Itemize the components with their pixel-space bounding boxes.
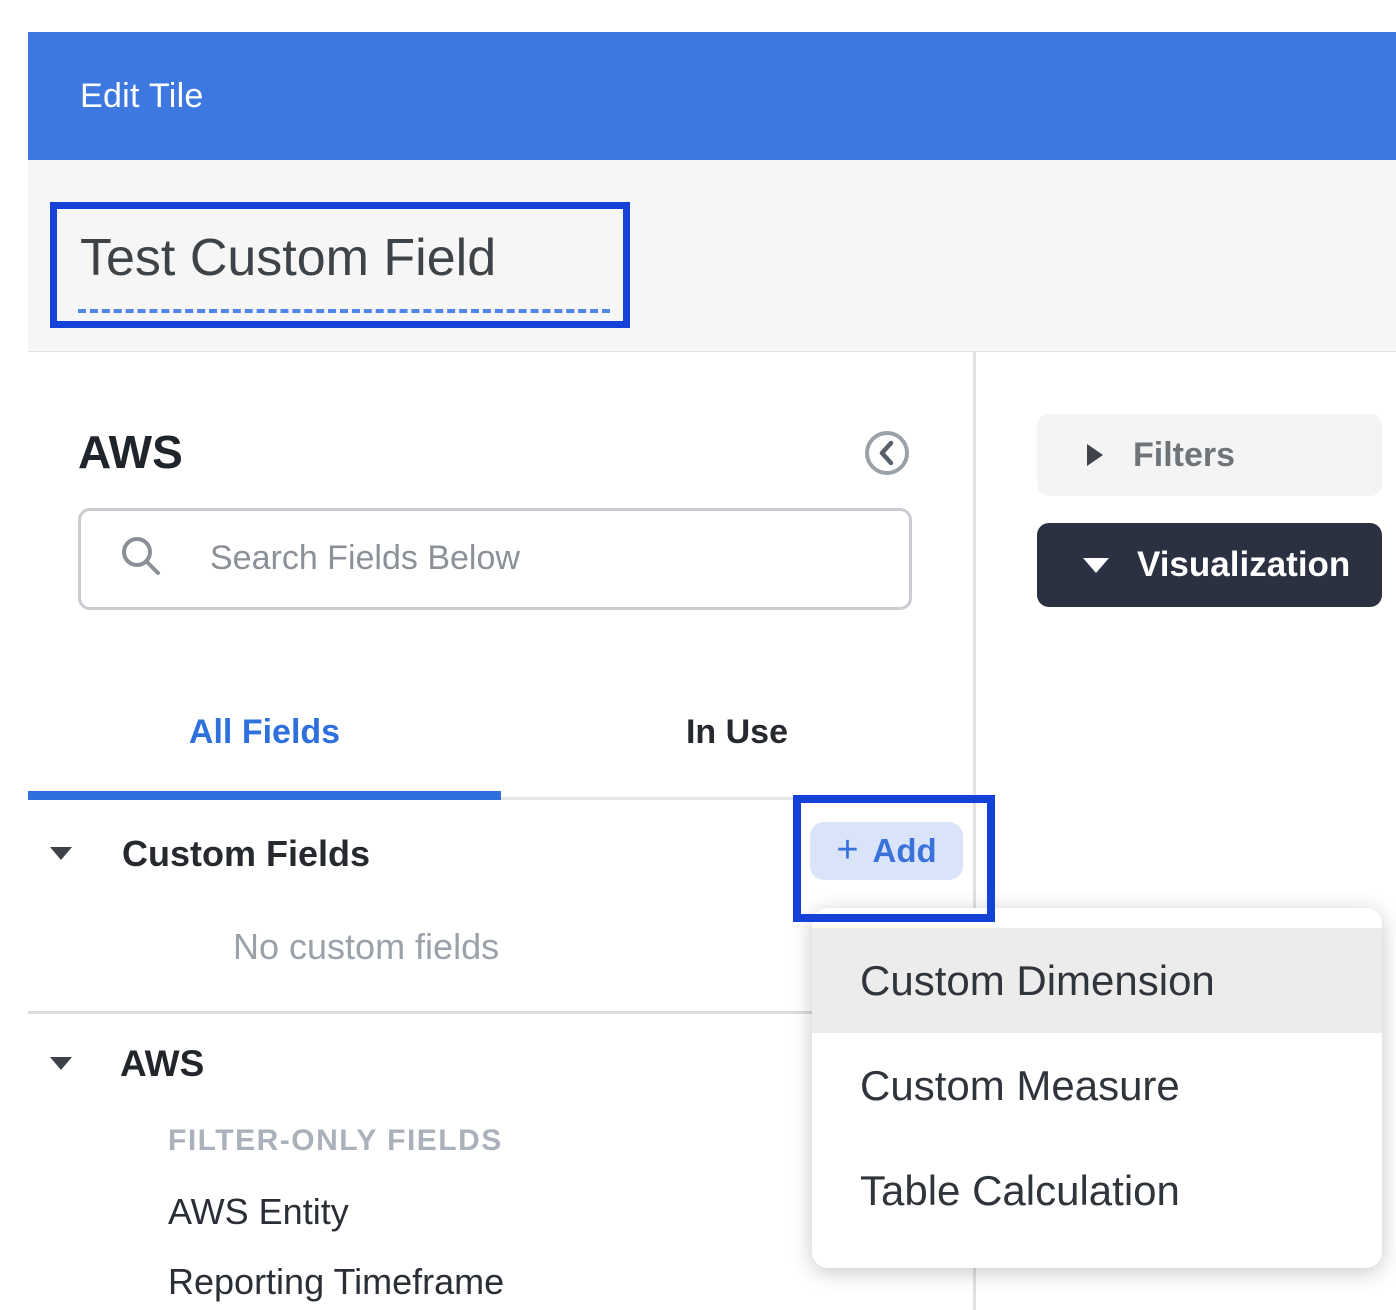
triangle-right-icon	[1087, 444, 1103, 466]
caret-down-icon[interactable]	[50, 1057, 72, 1070]
filters-label: Filters	[1133, 436, 1235, 475]
aws-group-label[interactable]: AWS	[120, 1043, 204, 1085]
custom-fields-group-label[interactable]: Custom Fields	[122, 833, 370, 875]
search-icon	[120, 535, 164, 579]
menu-item-table-calculation[interactable]: Table Calculation	[812, 1138, 1382, 1243]
tab-all-fields[interactable]: All Fields	[28, 708, 501, 756]
add-field-dropdown-menu: Custom Dimension Custom Measure Table Ca…	[812, 908, 1382, 1268]
visualization-section-header[interactable]: Visualization	[1037, 523, 1382, 607]
field-item-reporting-timeframe[interactable]: Reporting Timeframe	[168, 1261, 504, 1303]
field-item-aws-entity[interactable]: AWS Entity	[168, 1191, 349, 1233]
menu-item-custom-measure[interactable]: Custom Measure	[812, 1033, 1382, 1138]
tile-title-input[interactable]: Test Custom Field	[80, 228, 496, 288]
edit-tile-dialog: Edit Tile Test Custom Field AWS Search F…	[0, 0, 1396, 1310]
add-custom-field-button[interactable]: + Add	[810, 822, 963, 880]
chevron-left-circle-icon	[863, 464, 911, 481]
search-placeholder: Search Fields Below	[210, 539, 520, 578]
filters-section-header[interactable]: Filters	[1037, 414, 1382, 496]
tab-in-use[interactable]: In Use	[501, 708, 973, 756]
dialog-header: Edit Tile	[28, 32, 1396, 160]
active-tab-indicator	[28, 791, 501, 800]
visualization-label: Visualization	[1137, 545, 1350, 585]
dialog-title: Edit Tile	[80, 77, 204, 116]
caret-down-icon[interactable]	[50, 847, 72, 860]
tile-title-dashed-underline	[78, 309, 610, 313]
explore-name: AWS	[78, 425, 183, 479]
collapse-panel-button[interactable]	[863, 429, 911, 477]
no-custom-fields-text: No custom fields	[233, 926, 499, 968]
menu-item-custom-dimension[interactable]: Custom Dimension	[812, 928, 1382, 1033]
filter-only-fields-subheader: FILTER-ONLY FIELDS	[168, 1124, 503, 1158]
add-button-label: Add	[873, 832, 937, 870]
triangle-down-icon	[1083, 558, 1109, 573]
plus-icon: +	[836, 831, 858, 869]
